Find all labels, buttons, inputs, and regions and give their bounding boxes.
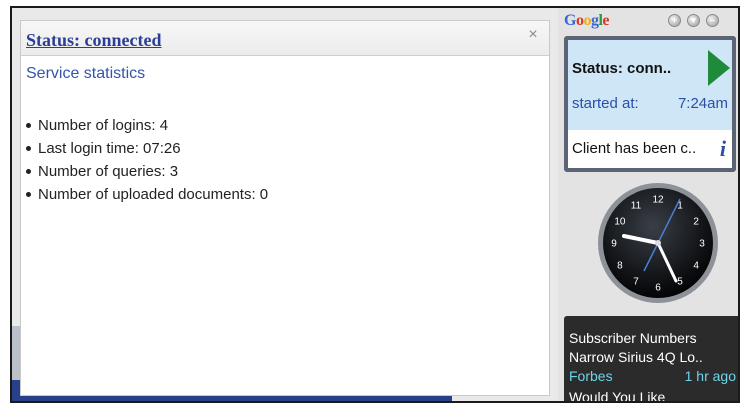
gadget-status-title: Status: conn..: [572, 60, 672, 77]
clock-number: 2: [693, 217, 699, 228]
clock-number: 8: [617, 261, 623, 272]
clock-number: 7: [633, 277, 639, 288]
clock-number: 6: [655, 283, 661, 294]
bullet-icon: [26, 192, 31, 197]
play-icon[interactable]: [708, 50, 730, 86]
clock-number: 10: [614, 217, 626, 228]
sidebar-header: Google + ▾ –: [558, 8, 738, 34]
stat-uploaded-docs: Number of uploaded documents: 0: [38, 186, 269, 203]
started-time: 7:24am: [677, 95, 728, 112]
bullet-icon: [26, 146, 31, 151]
clock-number: 9: [611, 239, 617, 250]
list-item: Last login time: 07:26: [26, 137, 268, 160]
bullet-icon: [26, 169, 31, 174]
news-headline-2[interactable]: Narrow Sirius 4Q Lo..: [569, 349, 703, 365]
screenshot-frame: Status: connected × Service statistics N…: [10, 6, 740, 403]
clock-center: [655, 240, 661, 246]
clock-number: 4: [693, 261, 699, 272]
google-desktop-sidebar: Google + ▾ – Status: conn.. started at: …: [558, 8, 738, 401]
clock-number: 3: [699, 239, 705, 250]
news-source: Forbes: [569, 368, 613, 384]
popup-title-link[interactable]: Status: connected: [26, 30, 162, 51]
popup-subtitle: Service statistics: [26, 65, 146, 82]
status-gadget: Status: conn.. started at: 7:24am Client…: [564, 36, 736, 172]
google-logo: Google: [564, 12, 609, 30]
list-item: Number of logins: 4: [26, 114, 268, 137]
status-popup: Status: connected × Service statistics N…: [20, 20, 550, 396]
stat-queries: Number of queries: 3: [38, 163, 179, 180]
add-icon[interactable]: +: [668, 14, 681, 27]
stat-logins: Number of logins: 4: [38, 117, 169, 134]
clock-number: 5: [677, 277, 683, 288]
client-status-text: Client has been c..: [572, 140, 697, 157]
gadget-status-footer: Client has been c.. i: [568, 130, 732, 168]
close-icon[interactable]: ×: [525, 27, 541, 43]
news-gadget[interactable]: Subscriber Numbers Narrow Sirius 4Q Lo..…: [564, 316, 738, 401]
stat-last-login: Last login time: 07:26: [38, 140, 181, 157]
info-icon[interactable]: i: [720, 136, 726, 162]
bullet-icon: [26, 123, 31, 128]
clock-gadget[interactable]: 121234567891011: [596, 181, 720, 305]
news-headline-3[interactable]: Would You Like: [569, 389, 665, 401]
list-item: Number of uploaded documents: 0: [26, 183, 268, 206]
news-age: 1 hr ago: [684, 368, 736, 384]
list-item: Number of queries: 3: [26, 160, 268, 183]
logo-letter: o: [583, 12, 591, 29]
clock-number: 12: [652, 195, 664, 206]
popup-header: Status: connected ×: [21, 21, 549, 56]
minimize-icon[interactable]: –: [706, 14, 719, 27]
options-icon[interactable]: ▾: [687, 14, 700, 27]
news-headline-1[interactable]: Subscriber Numbers: [569, 330, 697, 346]
logo-letter: e: [602, 12, 610, 29]
logo-letter: G: [564, 12, 576, 29]
clock-number: 11: [631, 200, 642, 211]
started-label: started at:: [572, 95, 639, 112]
stats-list: Number of logins: 4 Last login time: 07:…: [26, 114, 268, 206]
